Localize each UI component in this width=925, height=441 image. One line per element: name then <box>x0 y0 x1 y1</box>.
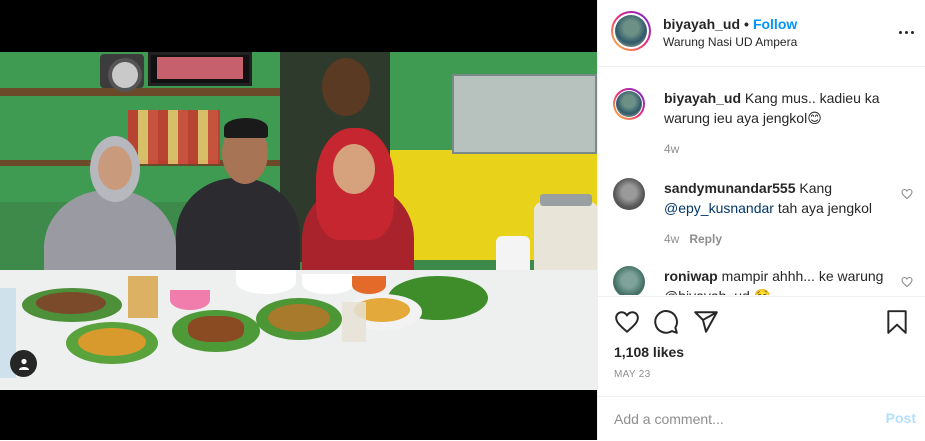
share-icon[interactable] <box>693 309 719 335</box>
follow-button[interactable]: Follow <box>753 16 797 32</box>
add-comment-bar: Post <box>598 396 925 441</box>
caption: biyayah_ud Kang mus.. kadieu ka warung i… <box>613 88 913 158</box>
post-media[interactable] <box>0 0 597 440</box>
comment-item: roniwap mampir ahhh... ke warung @biyaya… <box>613 266 913 295</box>
avatar[interactable] <box>613 178 645 210</box>
mention-link[interactable]: @epy_kusnandar <box>664 200 774 216</box>
post-photo[interactable] <box>0 52 597 390</box>
post-side-panel: biyayah_ud • Follow Warung Nasi UD Ampera … <box>597 0 925 440</box>
comment-time[interactable]: 4w <box>664 232 679 246</box>
comment-username[interactable]: roniwap <box>664 268 718 284</box>
post-comment-button[interactable]: Post <box>886 410 916 426</box>
like-comment-icon[interactable] <box>901 276 913 288</box>
comment-list[interactable]: biyayah_ud Kang mus.. kadieu ka warung i… <box>598 68 925 295</box>
avatar[interactable] <box>613 88 645 120</box>
avatar[interactable] <box>611 11 651 51</box>
comment-input[interactable] <box>614 409 864 429</box>
comment-icon[interactable] <box>653 309 679 335</box>
post-actions: 1,108 likes MAY 23 Post <box>598 296 925 440</box>
post-date[interactable]: MAY 23 <box>614 369 650 380</box>
heart-icon[interactable] <box>614 309 640 335</box>
comment-emoji: 😊 <box>807 110 822 126</box>
instagram-post: biyayah_ud • Follow Warung Nasi UD Ampera … <box>0 0 925 440</box>
comment-text: Kang <box>799 180 833 196</box>
more-options-icon[interactable] <box>896 22 916 42</box>
comment-text: mampir ahhh... ke <box>721 268 834 284</box>
comment-time[interactable]: 4w <box>664 142 679 156</box>
comment-username[interactable]: biyayah_ud <box>664 90 741 106</box>
comment-username[interactable]: sandymunandar555 <box>664 180 796 196</box>
like-count[interactable]: 1,108 likes <box>614 344 684 360</box>
comment-item: sandymunandar555 Kang @epy_kusnandar tah… <box>613 178 913 248</box>
comment-text: tah aya jengkol <box>777 200 873 216</box>
like-comment-icon[interactable] <box>901 188 913 200</box>
comment-meta: 4w <box>664 142 679 156</box>
comment-meta: 4w Reply <box>664 232 722 246</box>
post-header: biyayah_ud • Follow Warung Nasi UD Ampera <box>598 0 925 67</box>
location-link[interactable]: Warung Nasi UD Ampera <box>663 35 797 49</box>
user-tag-icon[interactable] <box>10 350 37 377</box>
header-separator: • <box>744 16 749 32</box>
reply-button[interactable]: Reply <box>689 232 722 246</box>
avatar[interactable] <box>613 266 645 295</box>
header-username[interactable]: biyayah_ud <box>663 16 740 32</box>
bookmark-icon[interactable] <box>884 309 910 335</box>
